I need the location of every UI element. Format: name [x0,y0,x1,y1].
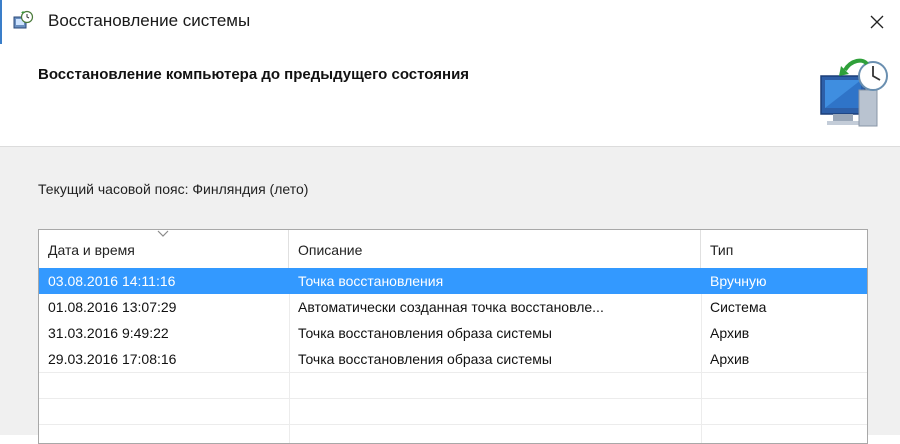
row-date: 29.03.2016 17:08:16 [48,351,177,367]
system-restore-title-icon [12,10,34,32]
restore-points-list[interactable]: Дата и время Описание Тип 03.08.2016 14:… [38,229,868,444]
row-date: 03.08.2016 14:11:16 [48,273,176,289]
system-restore-window: Восстановление системы Восстановление ко… [0,0,900,444]
close-icon [870,15,884,29]
list-header: Дата и время Описание Тип [39,230,867,268]
timezone-label: Текущий часовой пояс: Финляндия (лето) [38,181,309,197]
header-title: Восстановление компьютера до предыдущего… [38,66,470,83]
column-header-description[interactable]: Описание [289,230,701,268]
system-restore-icon [815,54,893,132]
window-title: Восстановление системы [48,11,251,30]
row-separator [39,398,867,399]
content-area: Текущий часовой пояс: Финляндия (лето) Д… [0,147,900,444]
row-separator [39,424,867,425]
table-row[interactable]: 29.03.2016 17:08:16 Точка восстановления… [39,346,867,372]
row-type: Вручную [710,273,767,289]
title-bar[interactable]: Восстановление системы [0,0,900,44]
row-description: Точка восстановления [298,273,444,289]
row-type: Архив [710,325,750,341]
row-type: Система [710,299,767,315]
row-separator [39,372,867,373]
table-row[interactable]: 01.08.2016 13:07:29 Автоматически создан… [39,294,867,320]
table-row[interactable]: 03.08.2016 14:11:16 Точка восстановления… [39,268,867,294]
row-type: Архив [710,351,750,367]
wizard-header: Восстановление компьютера до предыдущего… [0,44,900,146]
sort-descending-icon [157,230,169,237]
row-description: Точка восстановления образа системы [298,325,552,341]
close-button[interactable] [854,0,900,44]
row-description: Точка восстановления образа системы [298,351,552,367]
row-description: Автоматически созданная точка восстановл… [298,299,604,315]
row-date: 31.03.2016 9:49:22 [48,325,169,341]
column-header-type[interactable]: Тип [701,230,867,268]
table-row[interactable]: 31.03.2016 9:49:22 Точка восстановления … [39,320,867,346]
row-date: 01.08.2016 13:07:29 [48,299,177,315]
